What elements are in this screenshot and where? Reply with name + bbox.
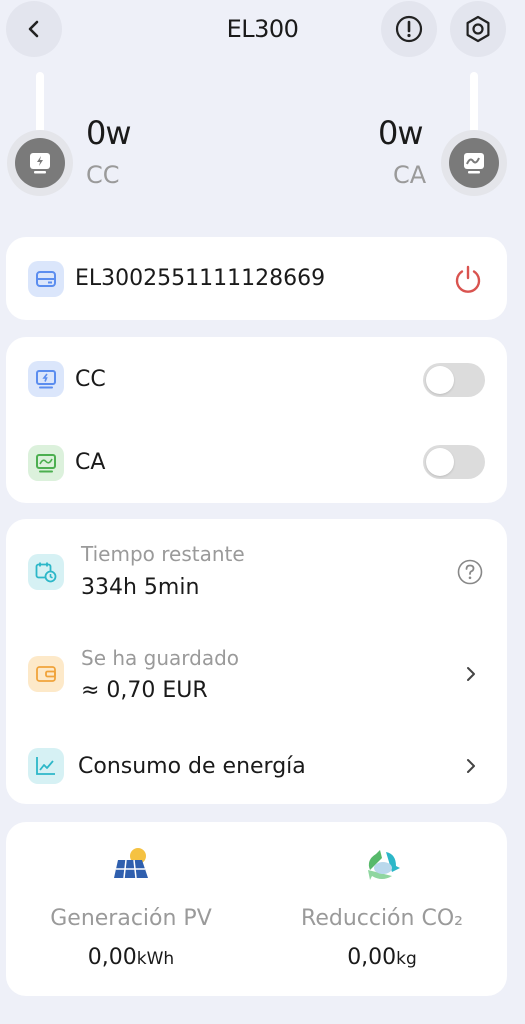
ac-port xyxy=(441,130,507,196)
ac-toggle[interactable] xyxy=(423,445,485,479)
consumption-chevron-icon[interactable] xyxy=(462,757,480,775)
output-switches-card: CC CA xyxy=(6,337,507,503)
alert-circle-icon xyxy=(395,15,423,43)
saved-label: Se ha guardado xyxy=(81,646,240,670)
saved-value: ≈ 0,70 EUR xyxy=(81,678,208,703)
dc-output-icon xyxy=(36,370,56,389)
dc-toggle[interactable] xyxy=(423,363,485,397)
consumption-icon-wrap[interactable] xyxy=(28,748,64,784)
remaining-value: 334h 5min xyxy=(81,575,200,600)
help-icon[interactable] xyxy=(456,558,484,586)
pv-generation-number: 0,00 xyxy=(87,945,137,970)
consumption-label[interactable]: Consumo de energía xyxy=(78,753,306,781)
wallet-icon xyxy=(36,666,56,682)
device-serial: EL3002551111128669 xyxy=(75,266,326,291)
dc-port xyxy=(7,130,73,196)
battery-icon xyxy=(36,271,56,287)
dc-switch-icon-wrap xyxy=(28,361,64,397)
dc-power-label: CC xyxy=(86,161,120,189)
ac-power-value: 0w xyxy=(378,114,424,152)
ac-port-stem xyxy=(470,72,478,134)
saved-chevron-icon[interactable] xyxy=(462,665,480,683)
dc-switch-label: CC xyxy=(75,367,106,392)
dc-port-stem xyxy=(36,72,44,134)
pv-generation-value: 0,00kWh xyxy=(11,943,251,974)
recycle-leaf-icon xyxy=(368,850,400,880)
gear-icon xyxy=(466,15,490,43)
saved-icon-wrap[interactable] xyxy=(28,656,64,692)
power-icon[interactable] xyxy=(452,263,484,295)
co2-reduction-label: Reducción CO₂ xyxy=(301,906,463,931)
co2-reduction-value: 0,00kg xyxy=(262,943,502,974)
dc-port-icon xyxy=(30,153,50,174)
line-chart-icon xyxy=(36,757,55,775)
co2-reduction-unit: kg xyxy=(396,949,417,969)
remaining-label: Tiempo restante xyxy=(81,542,245,566)
ac-power-label: CA xyxy=(393,161,427,189)
settings-button[interactable] xyxy=(450,1,506,57)
remaining-icon-wrap xyxy=(28,554,64,590)
page-title: EL300 xyxy=(226,15,299,43)
pv-generation-label: Generación PV xyxy=(50,906,212,931)
device-card: EL3002551111128669 xyxy=(6,237,507,320)
device-icon-wrap xyxy=(28,261,64,297)
ac-switch-label: CA xyxy=(75,450,106,475)
info-card: Tiempo restante 334h 5min Se ha guardado… xyxy=(6,519,507,804)
solar-panel-icon xyxy=(114,848,148,879)
info-button[interactable] xyxy=(381,1,437,57)
calendar-clock-icon xyxy=(35,562,57,583)
dc-power-value: 0w xyxy=(86,114,132,152)
ac-switch-icon-wrap xyxy=(28,445,64,481)
co2-reduction-number: 0,00 xyxy=(347,945,397,970)
ac-port-icon xyxy=(464,153,484,174)
ac-output-icon xyxy=(36,454,56,473)
pv-generation-unit: kWh xyxy=(136,949,175,969)
